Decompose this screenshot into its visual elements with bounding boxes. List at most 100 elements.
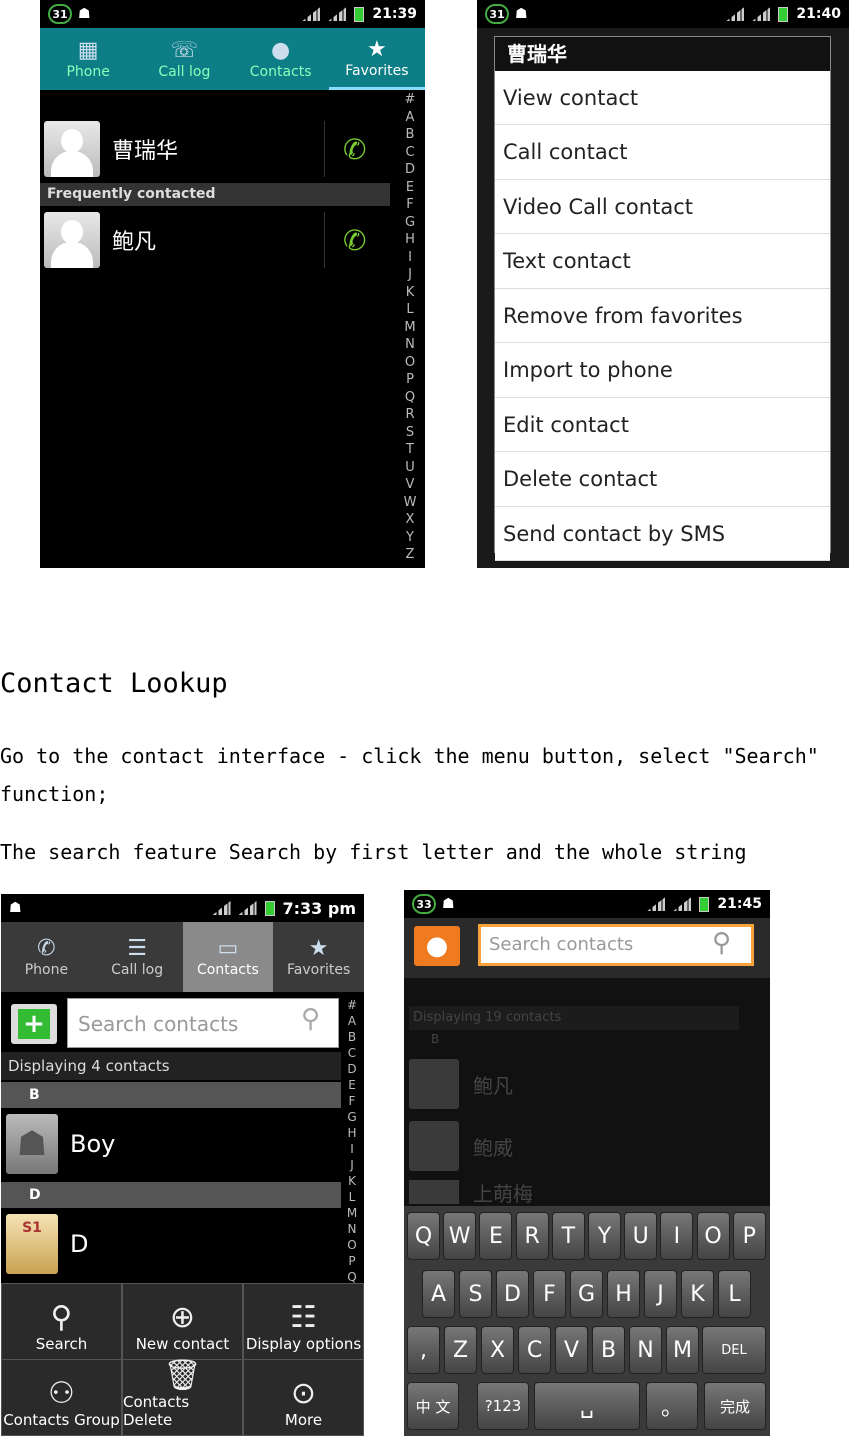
index-letter[interactable]: Q (347, 1270, 356, 1284)
index-letter[interactable]: P (406, 372, 414, 387)
index-letter[interactable]: N (405, 337, 415, 352)
index-letter[interactable]: B (406, 127, 415, 142)
index-letter[interactable]: # (405, 92, 416, 107)
index-letter[interactable]: J (350, 1158, 354, 1172)
keyboard-key[interactable]: 完成 (704, 1382, 766, 1430)
index-letter[interactable]: O (405, 355, 415, 370)
keyboard-key[interactable]: O (696, 1212, 730, 1260)
menu-item[interactable]: Remove from favorites (495, 289, 830, 343)
tab-phone[interactable]: ✆ Phone (1, 922, 92, 992)
keyboard-key[interactable]: ?123 (477, 1382, 529, 1430)
index-letter[interactable]: F (406, 197, 413, 212)
index-letter[interactable]: U (405, 460, 415, 475)
index-letter[interactable]: M (404, 320, 415, 335)
index-letter[interactable]: I (408, 250, 412, 265)
search-input[interactable]: Search contacts (67, 998, 339, 1048)
index-letter[interactable]: R (405, 407, 414, 422)
menu-item[interactable]: Video Call contact (495, 180, 830, 234)
keyboard-key[interactable]: G (570, 1270, 603, 1318)
index-letter[interactable]: E (406, 180, 414, 195)
keyboard-key[interactable]: , (407, 1326, 440, 1374)
call-icon[interactable]: ✆ (324, 121, 390, 177)
keyboard-key[interactable]: S (459, 1270, 492, 1318)
index-letter[interactable]: G (347, 1110, 356, 1124)
keyboard-key[interactable]: M (666, 1326, 699, 1374)
index-letter[interactable]: I (350, 1142, 354, 1156)
index-letter[interactable]: Z (406, 547, 415, 562)
keyboard-key[interactable]: E (479, 1212, 513, 1260)
keyboard-key[interactable]: V (555, 1326, 588, 1374)
index-letter[interactable]: T (406, 442, 414, 457)
menu-item[interactable]: Delete contact (495, 452, 830, 507)
tab-contacts[interactable]: ● Contacts (233, 28, 329, 90)
tab-call-log[interactable]: ☰ Call log (92, 922, 183, 992)
keyboard-key[interactable]: J (644, 1270, 677, 1318)
keyboard-key[interactable]: ␣ (534, 1382, 640, 1430)
index-letter[interactable]: P (348, 1254, 355, 1268)
keyboard-key[interactable]: U (624, 1212, 658, 1260)
index-letter[interactable]: C (348, 1046, 356, 1060)
index-letter[interactable]: M (347, 1206, 357, 1220)
index-letter[interactable]: Y (406, 530, 414, 545)
add-contact-button[interactable]: + (11, 1004, 57, 1044)
index-letter[interactable]: D (405, 162, 415, 177)
menu-item[interactable]: View contact (495, 71, 830, 125)
keyboard-key[interactable]: X (481, 1326, 514, 1374)
keyboard-key[interactable]: L (718, 1270, 751, 1318)
frequent-contact-row[interactable]: 鲍凡 ✆ (40, 211, 390, 269)
contacts-group-menu-item[interactable]: ⚇ Contacts Group (1, 1359, 122, 1436)
index-letter[interactable]: Q (405, 390, 415, 405)
keyboard-key[interactable]: K (681, 1270, 714, 1318)
keyboard-key[interactable]: A (422, 1270, 455, 1318)
index-letter[interactable]: L (349, 1190, 356, 1204)
index-letter[interactable]: A (406, 110, 415, 125)
menu-item[interactable]: Send contact by SMS (495, 507, 830, 561)
alphabet-index[interactable]: # A B C D E F G H I J K L M N O P Q (342, 998, 362, 1284)
index-letter[interactable]: # (347, 998, 357, 1012)
index-letter[interactable]: G (405, 215, 415, 230)
keyboard-key[interactable]: Q (407, 1212, 440, 1260)
tab-favorites[interactable]: ★ Favorites (328, 28, 425, 90)
new-contact-menu-item[interactable]: ⊕ New contact (122, 1283, 243, 1360)
index-letter[interactable]: K (348, 1174, 356, 1188)
keyboard-key[interactable]: T (551, 1212, 585, 1260)
menu-item[interactable]: Text contact (495, 234, 830, 289)
display-options-menu-item[interactable]: ☷ Display options (243, 1283, 364, 1360)
index-letter[interactable]: K (406, 285, 415, 300)
index-letter[interactable]: H (347, 1126, 356, 1140)
keyboard-key[interactable]: R (515, 1212, 549, 1260)
keyboard-key[interactable]: 。 (646, 1382, 698, 1430)
index-letter[interactable]: A (348, 1014, 356, 1028)
keyboard-key[interactable]: B (592, 1326, 625, 1374)
index-letter[interactable]: C (405, 145, 414, 160)
more-menu-item[interactable]: ⊙ More (243, 1359, 364, 1436)
index-letter[interactable]: V (406, 477, 415, 492)
index-letter[interactable]: S (406, 425, 414, 440)
tab-phone[interactable]: ▦ Phone (40, 28, 136, 90)
menu-item[interactable]: Edit contact (495, 398, 830, 452)
index-letter[interactable]: F (349, 1094, 356, 1108)
index-letter[interactable]: J (408, 267, 412, 282)
keyboard-key[interactable]: P (732, 1212, 766, 1260)
index-letter[interactable]: D (347, 1062, 356, 1076)
keyboard-key[interactable]: Z (444, 1326, 477, 1374)
keyboard-key[interactable]: 中 文 (407, 1382, 459, 1430)
keyboard-key[interactable]: C (518, 1326, 551, 1374)
keyboard-key[interactable]: N (629, 1326, 662, 1374)
tab-call-log[interactable]: ☏ Call log (136, 28, 232, 90)
keyboard-key[interactable]: DEL (702, 1326, 766, 1374)
keyboard-key[interactable]: W (443, 1212, 477, 1260)
keyboard-key[interactable]: F (533, 1270, 566, 1318)
keyboard-key[interactable]: I (660, 1212, 694, 1260)
call-icon[interactable]: ✆ (324, 212, 390, 268)
tab-favorites[interactable]: ★ Favorites (273, 922, 364, 992)
tab-contacts[interactable]: ▭ Contacts (182, 922, 274, 992)
index-letter[interactable]: E (348, 1078, 356, 1092)
index-letter[interactable]: N (348, 1222, 357, 1236)
contact-row-boy[interactable]: ☗ Boy (1, 1112, 341, 1176)
contact-picker-icon[interactable]: ● (414, 926, 460, 966)
index-letter[interactable]: H (405, 232, 415, 247)
keyboard-key[interactable]: D (496, 1270, 529, 1318)
menu-item[interactable]: Import to phone (495, 343, 830, 398)
index-letter[interactable]: O (347, 1238, 356, 1252)
